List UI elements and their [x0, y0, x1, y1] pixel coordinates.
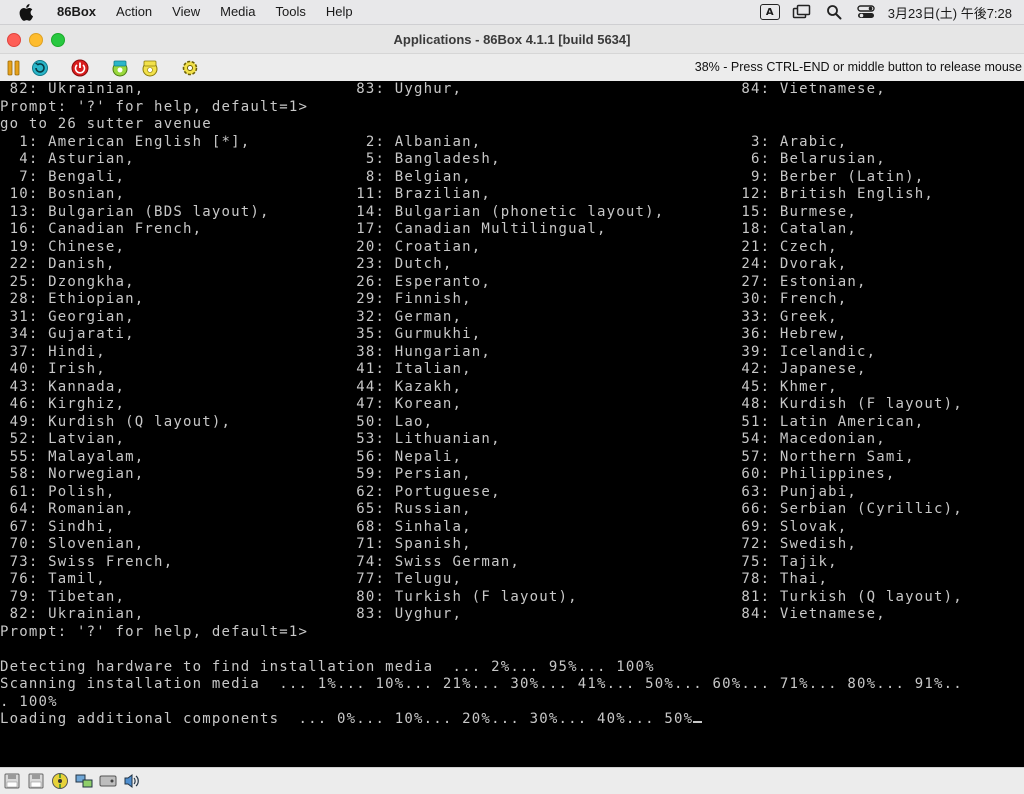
- terminal-cursor: [693, 721, 703, 723]
- terminal-line: Prompt: '?' for help, default=1>: [0, 98, 309, 115]
- menu-view[interactable]: View: [162, 0, 210, 24]
- network-icon[interactable]: [74, 772, 94, 790]
- menu-action[interactable]: Action: [106, 0, 162, 24]
- close-window-button[interactable]: [7, 33, 21, 47]
- window-title: Applications - 86Box 4.1.1 [build 5634]: [393, 31, 631, 47]
- terminal-line: 40: Irish, 41: Italian, 42: Japanese,: [0, 361, 867, 377]
- pause-icon[interactable]: [4, 58, 24, 78]
- terminal-line: 28: Ethiopian, 29: Finnish, 30: French,: [0, 291, 848, 307]
- terminal-line: 61: Polish, 62: Portuguese, 63: Punjabi,: [0, 483, 857, 500]
- terminal-line: 73: Swiss French, 74: Swiss German, 75: …: [0, 553, 838, 570]
- screen-mirroring-icon[interactable]: [791, 3, 813, 21]
- sound-icon[interactable]: [122, 772, 142, 790]
- menu-clock[interactable]: 3月23日(土) 午後7:28: [882, 3, 1024, 22]
- ctrl-alt-del-icon[interactable]: [110, 58, 130, 78]
- terminal-line: 34: Gujarati, 35: Gurmukhi, 36: Hebrew,: [0, 326, 848, 342]
- terminal-line: . 100%: [0, 693, 58, 710]
- app-window: Applications - 86Box 4.1.1 [build 5634] …: [0, 25, 1024, 794]
- terminal-line: 1: American English [*], 2: Albanian, 3:…: [0, 133, 848, 150]
- terminal-line: Loading additional components ... 0%... …: [0, 711, 694, 727]
- hard-disk-icon[interactable]: [98, 772, 118, 790]
- terminal-line: 25: Dzongkha, 26: Esperanto, 27: Estonia…: [0, 273, 867, 290]
- apple-menu-icon[interactable]: [19, 3, 37, 21]
- terminal-line: 43: Kannada, 44: Kazakh, 45: Khmer,: [0, 378, 838, 395]
- menu-bar: 86Box Action View Media Tools Help A 3月2…: [0, 0, 1024, 25]
- terminal-line: 79: Tibetan, 80: Turkish (F layout), 81:…: [0, 588, 963, 605]
- terminal-line: 82: Ukrainian, 83: Uyghur, 84: Vietnames…: [0, 81, 886, 97]
- status-bar: [0, 767, 1024, 794]
- terminal-line: 19: Chinese, 20: Croatian, 21: Czech,: [0, 238, 838, 255]
- hard-reset-icon[interactable]: [30, 58, 50, 78]
- menu-app-86box[interactable]: 86Box: [51, 0, 106, 24]
- terminal-line: 37: Hindi, 38: Hungarian, 39: Icelandic,: [0, 343, 877, 360]
- terminal-output: 82: Ukrainian, 83: Uyghur, 84: Vietnames…: [0, 81, 963, 729]
- terminal-line: 52: Latvian, 53: Lithuanian, 54: Macedon…: [0, 431, 886, 447]
- cdrom-drive-icon[interactable]: [50, 772, 70, 790]
- power-off-icon[interactable]: [70, 58, 90, 78]
- terminal-line: 82: Ukrainian, 83: Uyghur, 84: Vietnames…: [0, 606, 886, 622]
- ctrl-alt-esc-icon[interactable]: [140, 58, 160, 78]
- terminal-line: 55: Malayalam, 56: Nepali, 57: Northern …: [0, 448, 915, 465]
- terminal-line: Prompt: '?' for help, default=1>: [0, 623, 309, 640]
- menu-help[interactable]: Help: [316, 0, 363, 24]
- spotlight-search-icon[interactable]: [823, 3, 845, 21]
- terminal-line: 22: Danish, 23: Dutch, 24: Dvorak,: [0, 256, 848, 272]
- terminal-line: 10: Bosnian, 11: Brazilian, 12: British …: [0, 186, 934, 202]
- terminal-line: 46: Kirghiz, 47: Korean, 48: Kurdish (F …: [0, 396, 963, 412]
- settings-icon[interactable]: [180, 58, 200, 78]
- terminal-line: go to 26 sutter avenue: [0, 116, 212, 132]
- menu-tools[interactable]: Tools: [266, 0, 316, 24]
- terminal-line: Detecting hardware to find installation …: [0, 658, 655, 675]
- emulator-toolbar: 38% - Press CTRL-END or middle button to…: [0, 54, 1024, 81]
- mouse-capture-status: 38% - Press CTRL-END or middle button to…: [694, 60, 1022, 74]
- terminal-line: 58: Norwegian, 59: Persian, 60: Philippi…: [0, 466, 896, 482]
- emulator-screen[interactable]: 82: Ukrainian, 83: Uyghur, 84: Vietnames…: [0, 81, 1024, 767]
- terminal-line: 49: Kurdish (Q layout), 50: Lao, 51: Lat…: [0, 413, 925, 430]
- floppy-drive-a-icon[interactable]: [2, 772, 22, 790]
- terminal-line: Scanning installation media ... 1%... 10…: [0, 676, 963, 692]
- minimize-window-button[interactable]: [29, 33, 43, 47]
- terminal-line: 64: Romanian, 65: Russian, 66: Serbian (…: [0, 501, 963, 517]
- input-source-icon[interactable]: A: [759, 3, 781, 21]
- menu-media[interactable]: Media: [210, 0, 265, 24]
- control-center-icon[interactable]: [855, 3, 877, 21]
- terminal-line: 13: Bulgarian (BDS layout), 14: Bulgaria…: [0, 203, 857, 220]
- terminal-line: 4: Asturian, 5: Bangladesh, 6: Belarusia…: [0, 151, 886, 167]
- terminal-line: 76: Tamil, 77: Telugu, 78: Thai,: [0, 571, 829, 587]
- window-titlebar[interactable]: Applications - 86Box 4.1.1 [build 5634]: [0, 25, 1024, 54]
- terminal-line: 16: Canadian French, 17: Canadian Multil…: [0, 221, 857, 237]
- zoom-window-button[interactable]: [51, 33, 65, 47]
- terminal-line: 70: Slovenian, 71: Spanish, 72: Swedish,: [0, 536, 857, 552]
- terminal-line: 31: Georgian, 32: German, 33: Greek,: [0, 308, 838, 325]
- terminal-line: 67: Sindhi, 68: Sinhala, 69: Slovak,: [0, 518, 848, 535]
- floppy-drive-b-icon[interactable]: [26, 772, 46, 790]
- terminal-line: 7: Bengali, 8: Belgian, 9: Berber (Latin…: [0, 168, 925, 185]
